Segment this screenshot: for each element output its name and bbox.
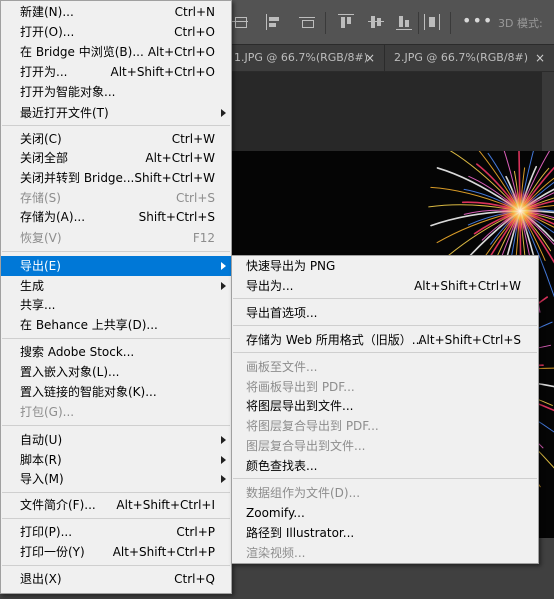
menu-item-color-lookup-tables[interactable]: 颜色查找表...	[232, 456, 538, 476]
menu-item-new[interactable]: 新建(N)... Ctrl+N	[1, 2, 231, 22]
align-left-edges-icon[interactable]	[266, 14, 282, 30]
menu-item-save-as[interactable]: 存储为(A)... Shift+Ctrl+S	[1, 207, 231, 227]
submenu-arrow-icon	[221, 456, 226, 464]
close-tab-icon[interactable]: ×	[535, 45, 545, 71]
menu-item-export-as[interactable]: 导出为... Alt+Shift+Ctrl+W	[232, 276, 538, 296]
menu-item-close-all[interactable]: 关闭全部 Alt+Ctrl+W	[1, 148, 231, 168]
document-tab-1[interactable]: 1.JPG @ 66.7%(RGB/8#) ×	[230, 45, 385, 71]
menu-separator	[2, 565, 230, 566]
menu-item-print[interactable]: 打印(P)... Ctrl+P	[1, 522, 231, 542]
menu-item-revert[interactable]: 恢复(V) F12	[1, 228, 231, 248]
menu-item-file-info[interactable]: 文件简介(F)... Alt+Shift+Ctrl+I	[1, 495, 231, 515]
menu-item-save[interactable]: 存储(S) Ctrl+S	[1, 188, 231, 208]
close-tab-icon[interactable]: ×	[365, 45, 375, 71]
menu-item-generate[interactable]: 生成	[1, 276, 231, 296]
menu-item-zoomify[interactable]: Zoomify...	[232, 503, 538, 523]
submenu-arrow-icon	[221, 109, 226, 117]
menu-separator	[233, 352, 537, 353]
menu-item-artboards-to-pdf[interactable]: 将画板导出到 PDF...	[232, 377, 538, 397]
menu-separator	[233, 325, 537, 326]
menu-separator	[2, 425, 230, 426]
menu-item-render-video[interactable]: 渲染视频...	[232, 543, 538, 563]
menu-separator	[233, 298, 537, 299]
export-submenu: 快速导出为 PNG 导出为... Alt+Shift+Ctrl+W 导出首选项.…	[231, 255, 539, 564]
menu-item-layers-to-files[interactable]: 将图层导出到文件...	[232, 396, 538, 416]
mode-3d-label: 3D 模式:	[498, 17, 543, 30]
more-options-icon[interactable]: •••	[462, 11, 493, 30]
menu-separator	[2, 492, 230, 493]
submenu-arrow-icon	[221, 282, 226, 290]
menu-separator	[2, 125, 230, 126]
menu-item-import[interactable]: 导入(M)	[1, 469, 231, 489]
submenu-arrow-icon	[221, 436, 226, 444]
menu-item-automate[interactable]: 自动(U)	[1, 430, 231, 450]
menu-separator	[2, 338, 230, 339]
menu-item-export[interactable]: 导出(E)	[1, 256, 231, 276]
menu-item-data-sets-as-files[interactable]: 数据组作为文件(D)...	[232, 483, 538, 503]
distribute-horizontal-icon[interactable]	[424, 14, 440, 30]
menu-item-share-on-behance[interactable]: 在 Behance 上共享(D)...	[1, 315, 231, 335]
distribute-bottom-icon[interactable]	[396, 14, 412, 30]
menu-item-place-linked[interactable]: 置入链接的智能对象(K)...	[1, 382, 231, 402]
menu-item-share[interactable]: 共享...	[1, 295, 231, 315]
toolbar-divider	[450, 12, 451, 34]
menu-item-browse-in-bridge[interactable]: 在 Bridge 中浏览(B)... Alt+Ctrl+O	[1, 42, 231, 62]
tab-title: 1.JPG @ 66.7%(RGB/8#)	[234, 51, 369, 64]
menu-item-layer-comps-to-pdf[interactable]: 将图层复合导出到 PDF...	[232, 416, 538, 436]
menu-item-search-adobe-stock[interactable]: 搜索 Adobe Stock...	[1, 342, 231, 362]
document-tab-2[interactable]: 2.JPG @ 66.7%(RGB/8#) ×	[390, 45, 554, 71]
tab-title: 2.JPG @ 66.7%(RGB/8#)	[394, 51, 529, 64]
menu-item-close[interactable]: 关闭(C) Ctrl+W	[1, 129, 231, 149]
menu-separator	[2, 518, 230, 519]
menu-item-save-for-web[interactable]: 存储为 Web 所用格式（旧版）... Alt+Shift+Ctrl+S	[232, 330, 538, 350]
menu-item-open-as[interactable]: 打开为... Alt+Shift+Ctrl+O	[1, 62, 231, 82]
menu-item-paths-to-illustrator[interactable]: 路径到 Illustrator...	[232, 523, 538, 543]
file-menu: 新建(N)... Ctrl+N 打开(O)... Ctrl+O 在 Bridge…	[0, 0, 232, 594]
distribute-vertical-center-icon[interactable]	[368, 14, 384, 30]
menu-item-open[interactable]: 打开(O)... Ctrl+O	[1, 22, 231, 42]
menu-separator	[233, 478, 537, 479]
menu-item-print-one-copy[interactable]: 打印一份(Y) Alt+Shift+Ctrl+P	[1, 542, 231, 562]
firework-glow	[496, 187, 544, 235]
submenu-arrow-icon	[221, 262, 226, 270]
menu-item-exit[interactable]: 退出(X) Ctrl+Q	[1, 569, 231, 589]
toolbar-divider	[325, 12, 326, 34]
menu-item-place-embedded[interactable]: 置入嵌入对象(L)...	[1, 362, 231, 382]
align-bottom-edges-icon[interactable]	[299, 14, 315, 30]
submenu-arrow-icon	[221, 475, 226, 483]
menu-item-layer-comps-to-files[interactable]: 图层复合导出到文件...	[232, 436, 538, 456]
menu-item-artboards-to-files[interactable]: 画板至文件...	[232, 357, 538, 377]
align-vertical-center-icon[interactable]	[232, 14, 248, 30]
menu-item-close-and-go-to-bridge[interactable]: 关闭并转到 Bridge... Shift+Ctrl+W	[1, 168, 231, 188]
menu-item-open-recent[interactable]: 最近打开文件(T)	[1, 103, 231, 123]
menu-separator	[2, 251, 230, 252]
menu-item-open-as-smart-object[interactable]: 打开为智能对象...	[1, 82, 231, 102]
menu-item-scripts[interactable]: 脚本(R)	[1, 450, 231, 470]
distribute-top-icon[interactable]	[338, 14, 354, 30]
menu-item-quick-export-png[interactable]: 快速导出为 PNG	[232, 256, 538, 276]
toolbar-divider	[418, 12, 419, 34]
menu-item-export-preferences[interactable]: 导出首选项...	[232, 303, 538, 323]
menu-item-package[interactable]: 打包(G)...	[1, 402, 231, 422]
